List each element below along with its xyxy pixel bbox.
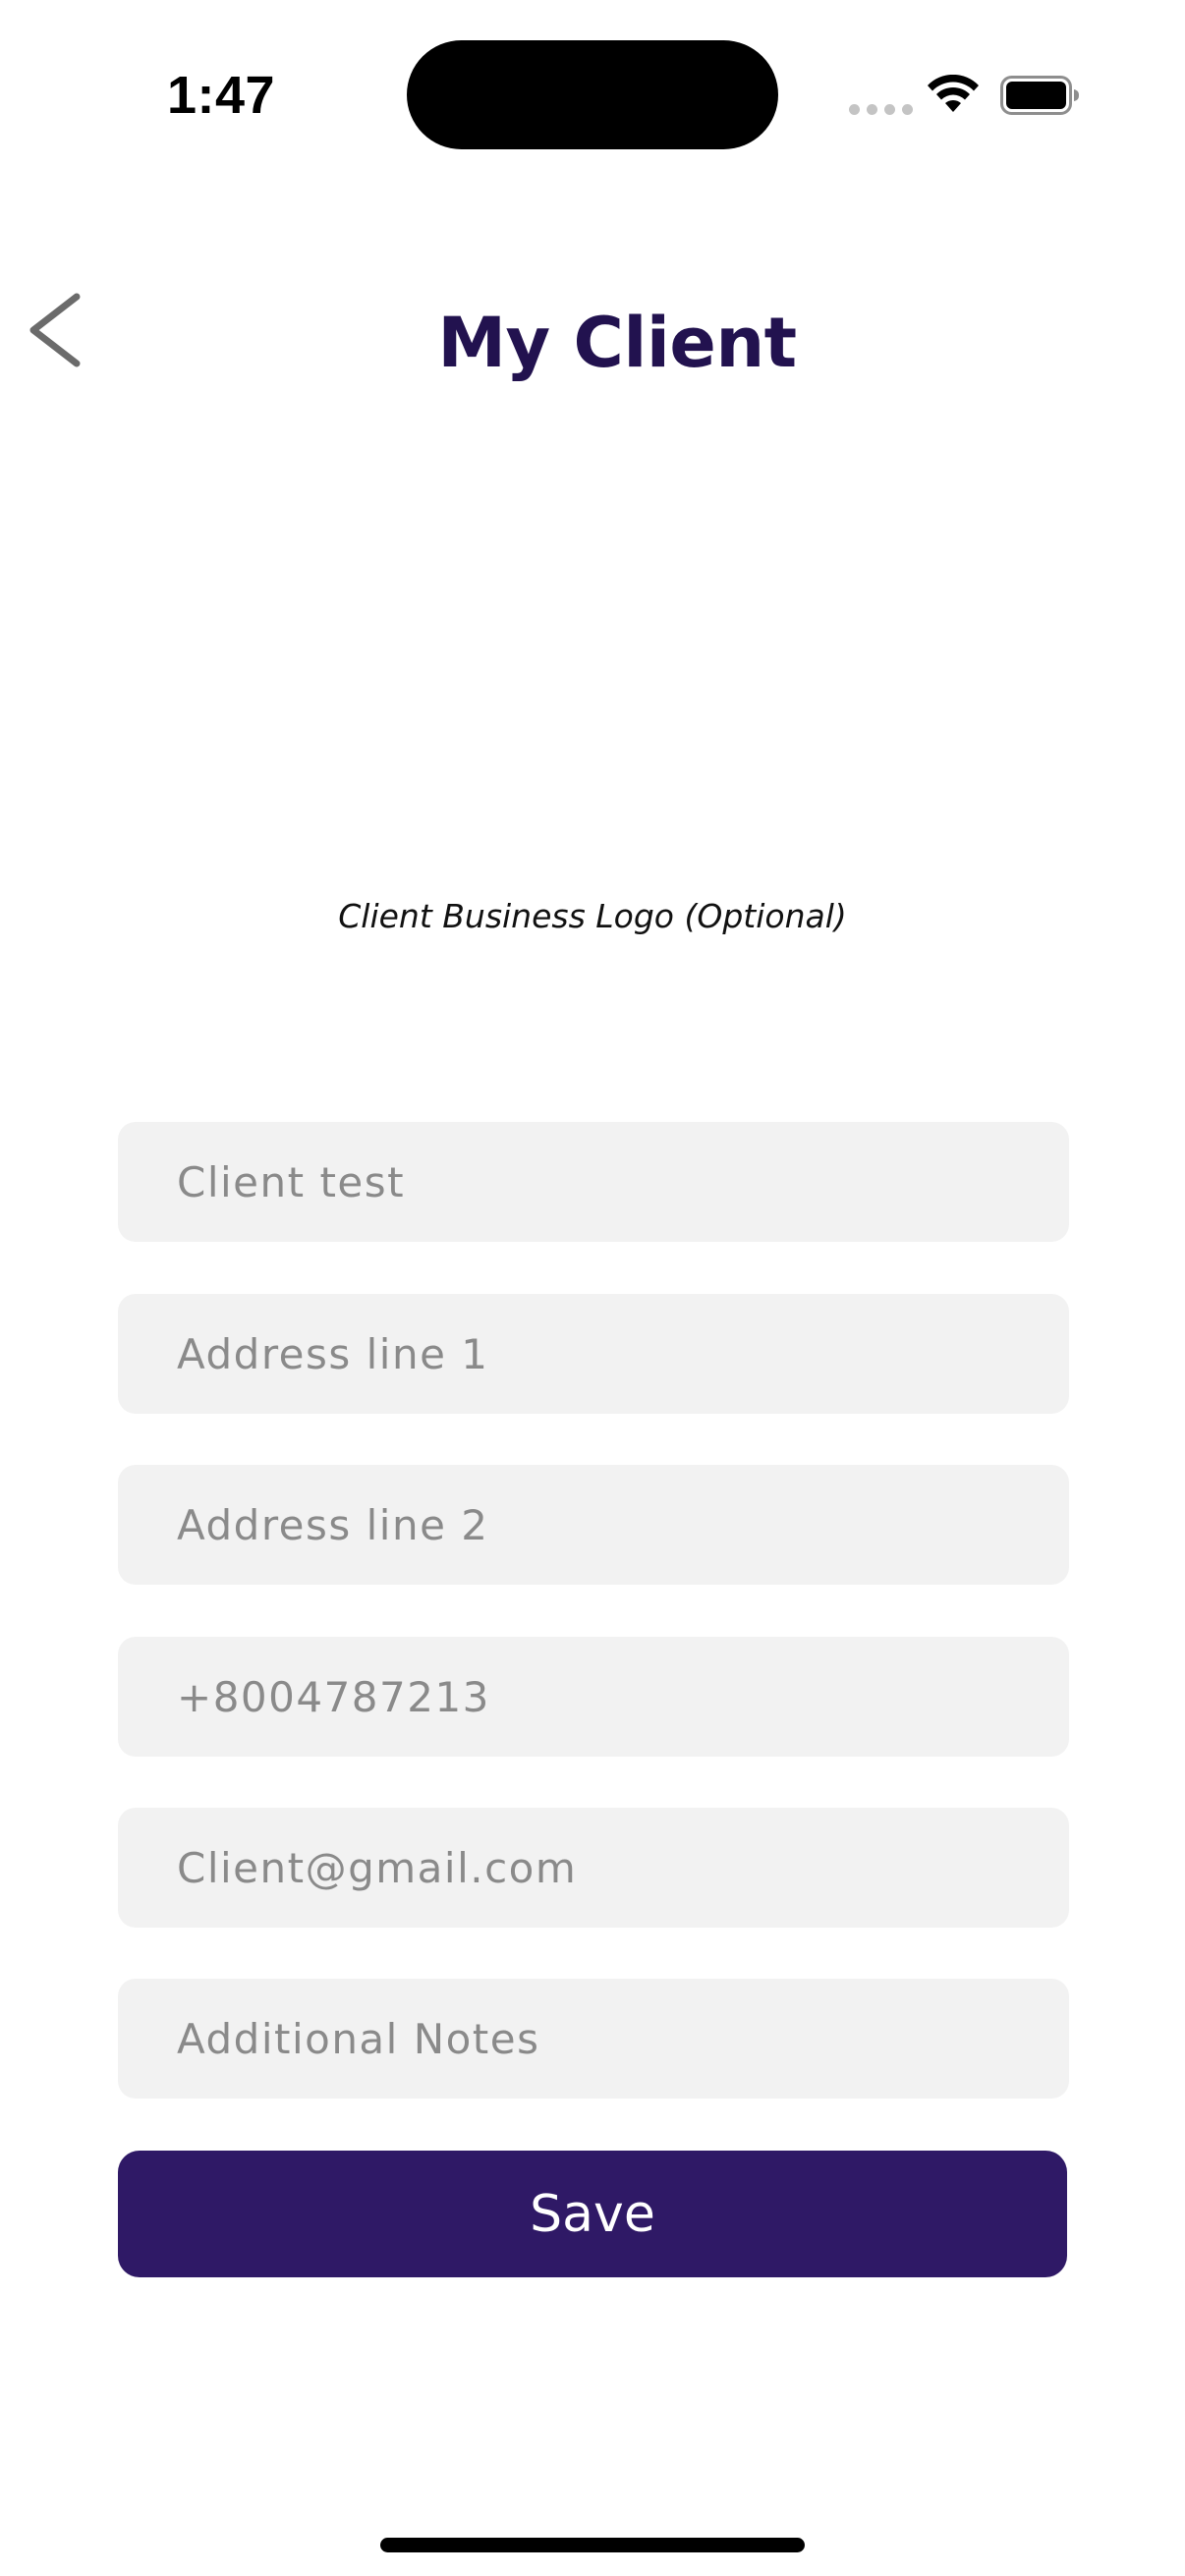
phone-input[interactable] — [118, 1637, 1069, 1757]
save-button[interactable]: Save — [118, 2151, 1067, 2277]
wifi-icon — [928, 75, 979, 112]
logo-caption[interactable]: Client Business Logo (Optional) — [0, 897, 1185, 935]
client-name-input[interactable] — [118, 1122, 1069, 1242]
address-line-1-input[interactable] — [118, 1294, 1069, 1414]
battery-full-icon — [1000, 76, 1079, 115]
chevron-left-icon[interactable] — [26, 291, 86, 369]
signal-dots-icon — [849, 104, 913, 115]
additional-notes-input[interactable] — [118, 1979, 1069, 2099]
status-time: 1:47 — [167, 66, 276, 125]
email-input[interactable] — [118, 1808, 1069, 1928]
page-title: My Client — [437, 303, 797, 383]
home-indicator[interactable] — [380, 2538, 805, 2552]
address-line-2-input[interactable] — [118, 1465, 1069, 1585]
dynamic-island — [407, 40, 778, 149]
